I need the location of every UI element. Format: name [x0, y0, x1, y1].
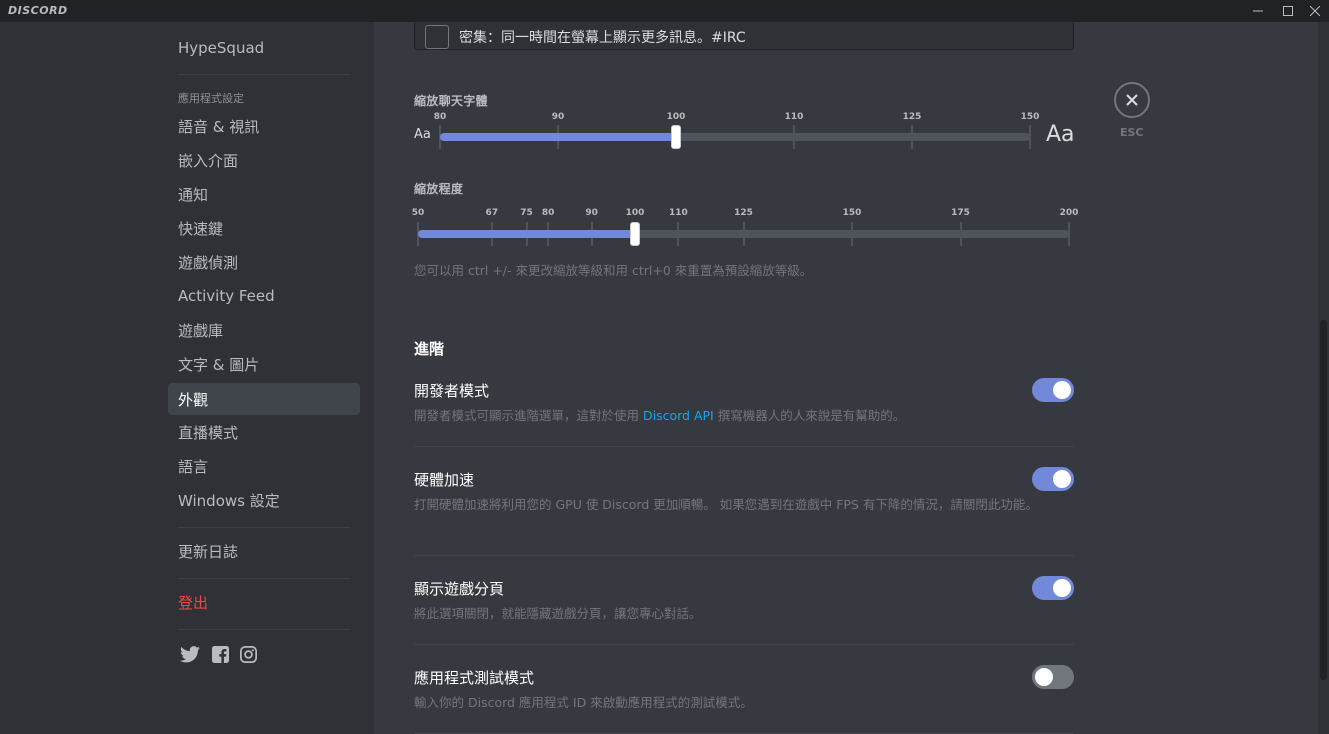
toggle-knob: [1035, 668, 1053, 686]
sidebar-item-keybinds[interactable]: 快速鍵: [168, 212, 360, 244]
close-icon: [1310, 6, 1320, 16]
application-test-mode-toggle[interactable]: [1032, 665, 1074, 689]
show-games-tab-toggle[interactable]: [1032, 576, 1074, 600]
sidebar-item-activity-feed[interactable]: Activity Feed: [168, 280, 360, 312]
advanced-section-title: 進階: [414, 340, 445, 358]
small-font-preview: Aa: [414, 127, 431, 142]
facebook-icon[interactable]: [210, 644, 230, 664]
sidebar-item-changelog[interactable]: 更新日誌: [168, 535, 360, 567]
minimize-icon: [1253, 10, 1263, 12]
toggle-knob: [1053, 579, 1071, 597]
slider-tick-label: 110: [784, 112, 804, 122]
hardware-acceleration-description: 打開硬體加速將利用您的 GPU 使 Discord 更加順暢。 如果您遇到在遊戲…: [414, 497, 1038, 512]
sidebar-item-language[interactable]: 語言: [168, 450, 360, 482]
esc-label: ESC: [1120, 126, 1144, 139]
slider-tick-label: 90: [551, 112, 565, 122]
developer-mode-description: 開發者模式可顯示進階選單，這對於使用 Discord API 撰寫機器人的人來說…: [414, 406, 1064, 425]
sidebar-item-streamer-mode[interactable]: 直播模式: [168, 416, 360, 448]
minimize-button[interactable]: [1244, 0, 1272, 22]
slider-tick-label: 175: [951, 208, 970, 218]
slider-tick-label: 110: [668, 208, 688, 218]
slider-tick-label: 100: [666, 112, 686, 122]
slider-tick-label: 50: [411, 208, 425, 218]
slider-tick-label: 200: [1059, 208, 1079, 218]
sidebar-item-overlay[interactable]: 嵌入介面: [168, 144, 360, 176]
slider-tick-label: 125: [902, 112, 922, 122]
sidebar-item-game-library[interactable]: 遊戲庫: [168, 314, 360, 346]
sidebar-item-appearance[interactable]: 外觀: [168, 383, 360, 415]
title-bar: DISCORD: [0, 0, 1329, 22]
slider-track[interactable]: [440, 133, 1030, 141]
large-font-preview: Aa: [1046, 122, 1075, 147]
slider-track[interactable]: [418, 230, 1069, 238]
option-divider: [414, 644, 1074, 645]
compact-mode-checkbox[interactable]: [425, 25, 449, 49]
discord-logo: DISCORD: [8, 4, 68, 17]
option-divider: [414, 446, 1074, 447]
slider-tick-label: 150: [1020, 112, 1040, 122]
settings-scrollbar[interactable]: [1318, 22, 1329, 734]
developer-mode-title: 開發者模式: [414, 382, 490, 400]
sidebar-divider: [178, 578, 350, 579]
close-settings-button[interactable]: [1114, 82, 1150, 118]
appearance-settings-panel: 密集：同一時間在螢幕上顯示更多訊息。#IRC 縮放聊天字體 Aa Aa 80 90…: [374, 22, 1329, 734]
sidebar-header-app-settings: 應用程式設定: [178, 92, 244, 105]
zoom-level-title: 縮放程度: [414, 182, 464, 196]
chat-font-scaling-title: 縮放聊天字體: [414, 94, 488, 108]
maximize-button[interactable]: [1274, 0, 1302, 22]
application-test-mode-description: 輸入你的 Discord 應用程式 ID 來啟動應用程式的測試模式。: [414, 695, 753, 710]
slider-tick-label: 125: [734, 208, 753, 218]
sidebar-divider: [178, 74, 350, 75]
show-games-tab-title: 顯示遊戲分頁: [414, 580, 505, 598]
slider-tick-label: 150: [842, 208, 862, 218]
description-text: 撰寫機器人的人來說是有幫助的。: [713, 408, 906, 423]
slider-fill: [418, 230, 635, 238]
sidebar-item-windows-settings[interactable]: Windows 設定: [168, 484, 360, 516]
hardware-acceleration-title: 硬體加速: [414, 471, 475, 489]
compact-mode-option[interactable]: 密集：同一時間在螢幕上顯示更多訊息。#IRC: [414, 22, 1074, 50]
application-test-mode-title: 應用程式測試模式: [414, 669, 535, 687]
sidebar-item-hypesquad[interactable]: HypeSquad: [168, 32, 360, 64]
sidebar-item-text-images[interactable]: 文字 & 圖片: [168, 348, 360, 380]
hardware-acceleration-toggle[interactable]: [1032, 467, 1074, 491]
sidebar-item-voice-video[interactable]: 語音 & 視訊: [168, 110, 360, 142]
maximize-icon: [1283, 6, 1293, 16]
description-text: 開發者模式可顯示進階選單，這對於使用: [414, 408, 643, 423]
sidebar-item-notifications[interactable]: 通知: [168, 178, 360, 210]
sidebar-divider: [178, 527, 350, 528]
settings-sidebar: HypeSquad 應用程式設定 語音 & 視訊 嵌入介面 通知 快速鍵 遊戲偵…: [0, 22, 374, 734]
instagram-icon[interactable]: [238, 644, 258, 664]
slider-fill: [440, 133, 676, 141]
close-window-button[interactable]: [1301, 0, 1329, 22]
slider-tick-label: 80: [541, 208, 555, 218]
compact-mode-label: 密集：同一時間在螢幕上顯示更多訊息。#IRC: [459, 30, 746, 46]
slider-tick-label: 100: [625, 208, 645, 218]
slider-grabber[interactable]: [671, 125, 681, 149]
slider-tick-label: 75: [520, 208, 533, 218]
sidebar-item-game-activity[interactable]: 遊戲偵測: [168, 246, 360, 278]
slider-tick-label: 90: [585, 208, 598, 218]
scrollbar-thumb[interactable]: [1320, 320, 1327, 680]
zoom-hint-text: 您可以用 ctrl +/- 來更改縮放等級和用 ctrl+0 來重置為預設縮放等…: [414, 263, 813, 278]
close-icon: [1126, 94, 1138, 106]
toggle-knob: [1053, 470, 1071, 488]
slider-tick-label: 80: [433, 112, 447, 122]
option-divider: [414, 555, 1074, 556]
discord-api-link[interactable]: Discord API: [643, 408, 714, 423]
slider-tick-label: 67: [485, 208, 499, 218]
sidebar-divider: [178, 629, 350, 630]
sidebar-item-logout[interactable]: 登出: [168, 586, 360, 618]
slider-grabber[interactable]: [630, 222, 640, 246]
twitter-icon[interactable]: [180, 644, 200, 664]
toggle-knob: [1053, 381, 1071, 399]
show-games-tab-description: 將此選項關閉，就能隱藏遊戲分頁，讓您專心對話。: [414, 606, 702, 621]
developer-mode-toggle[interactable]: [1032, 378, 1074, 402]
